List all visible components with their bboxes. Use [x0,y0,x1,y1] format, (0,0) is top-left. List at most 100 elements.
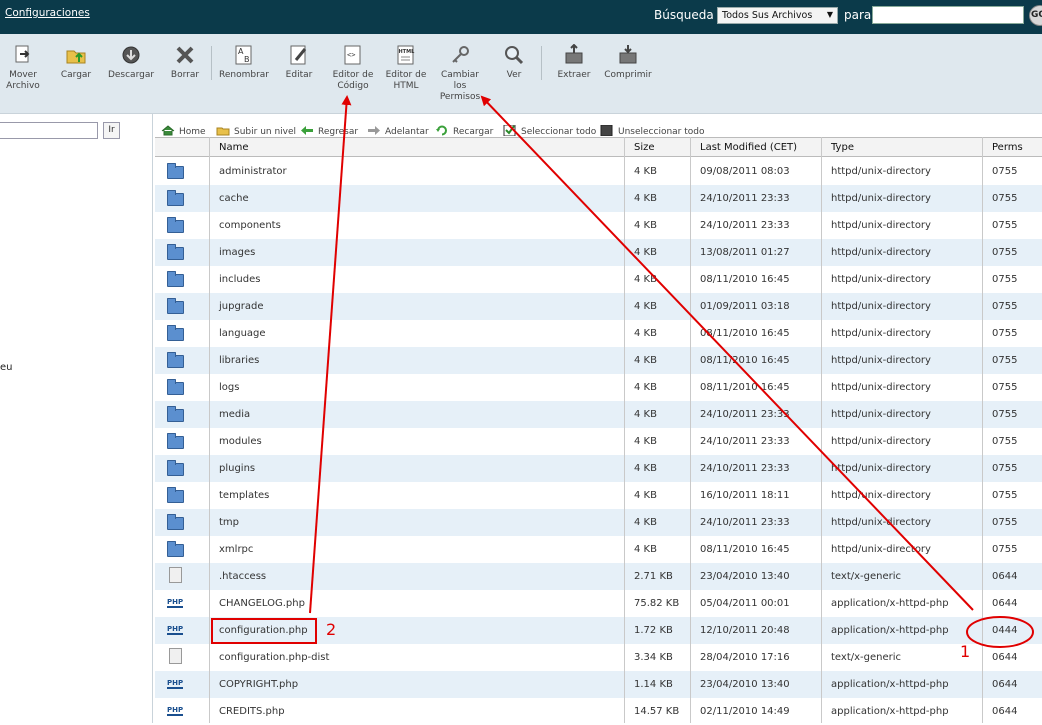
table-row[interactable]: logs 4 KB 08/11/2010 16:45 httpd/unix-direc… [155,374,1042,401]
file-name[interactable]: plugins [219,463,255,474]
code-editor-button[interactable]: <> Editor de Código [330,44,376,92]
file-perms: 0644 [992,679,1018,690]
file-name[interactable]: administrator [219,166,287,177]
download-button[interactable]: Descargar [106,44,156,81]
file-size: 4 KB [634,220,657,231]
file-modified: 24/10/2011 23:33 [700,193,790,204]
table-row[interactable]: includes 4 KB 08/11/2010 16:45 httpd/unix-d… [155,266,1042,293]
folder-icon [167,271,184,287]
file-name[interactable]: xmlrpc [219,544,253,555]
move-label-2: Archivo [6,81,40,91]
file-name[interactable]: configuration.php-dist [219,652,329,663]
table-row[interactable]: .htaccess 2.71 KB 23/04/2010 13:40 text/x-g… [155,563,1042,590]
table-row[interactable]: PHP CREDITS.php 14.57 KB 02/11/2010 14:49 ap… [155,698,1042,725]
delete-button[interactable]: Borrar [168,44,202,81]
directory-path-input[interactable] [0,122,98,139]
file-name[interactable]: libraries [219,355,259,366]
table-row[interactable]: xmlrpc 4 KB 08/11/2010 16:45 httpd/unix-dir… [155,536,1042,563]
table-row[interactable]: images 4 KB 13/08/2011 01:27 httpd/unix-dir… [155,239,1042,266]
file-name[interactable]: .htaccess [219,571,266,582]
file-name[interactable]: images [219,247,255,258]
file-name[interactable]: media [219,409,250,420]
file-name[interactable]: CHANGELOG.php [219,598,305,609]
file-perms: 0755 [992,274,1018,285]
move-file-button[interactable]: Mover Archivo [4,44,42,92]
table-row[interactable]: tmp 4 KB 24/10/2011 23:33 httpd/unix-direct… [155,509,1042,536]
change-permissions-button[interactable]: Cambiar los Permisos [438,44,482,103]
table-row[interactable]: templates 4 KB 16/10/2011 18:11 httpd/unix-… [155,482,1042,509]
file-modified: 02/11/2010 14:49 [700,706,790,717]
table-row[interactable]: media 4 KB 24/10/2011 23:33 httpd/unix-dire… [155,401,1042,428]
table-row[interactable]: plugins 4 KB 24/10/2011 23:33 httpd/unix-di… [155,455,1042,482]
file-name[interactable]: tmp [219,517,239,528]
table-row[interactable]: PHP COPYRIGHT.php 1.14 KB 23/04/2010 13:40 a… [155,671,1042,698]
file-name[interactable]: CREDITS.php [219,706,285,717]
rename-button[interactable]: AB Renombrar [218,44,270,81]
table-row[interactable]: cache 4 KB 24/10/2011 23:33 httpd/unix-dire… [155,185,1042,212]
annotation-label-1: 1 [960,642,971,661]
unselect-all-link[interactable]: Unseleccionar todo [600,125,705,137]
go-button[interactable]: GO [1029,5,1042,26]
table-row[interactable]: components 4 KB 24/10/2011 23:33 httpd/unix… [155,212,1042,239]
file-name[interactable]: components [219,220,281,231]
edit-button[interactable]: Editar [283,44,315,81]
header-modified[interactable]: Last Modified (CET) [700,142,797,153]
home-link[interactable]: Home [161,125,206,137]
search-scope-select[interactable]: Todos Sus Archivos ▼ [717,7,838,24]
file-perms: 0644 [992,571,1018,582]
table-row[interactable]: modules 4 KB 24/10/2011 23:33 httpd/unix-di… [155,428,1042,455]
reload-link[interactable]: Recargar [435,125,493,137]
header-type[interactable]: Type [831,142,854,153]
permissions-label-2: los [453,81,467,91]
tree-item-fragment[interactable]: eu [0,362,13,373]
file-name[interactable]: COPYRIGHT.php [219,679,298,690]
header-name[interactable]: Name [219,142,249,153]
forward-link[interactable]: Adelantar [367,125,429,137]
view-button[interactable]: Ver [502,44,526,81]
file-size: 4 KB [634,382,657,393]
file-modified: 12/10/2011 20:48 [700,625,790,636]
file-name[interactable]: includes [219,274,260,285]
file-type: httpd/unix-directory [831,382,931,393]
upload-button[interactable]: Cargar [58,44,94,81]
table-row[interactable]: jupgrade 4 KB 01/09/2011 03:18 httpd/unix-d… [155,293,1042,320]
header-size[interactable]: Size [634,142,655,153]
file-perms: 0755 [992,301,1018,312]
file-nav-bar: Home Subir un nivel Regresar Adelantar R… [153,114,1042,137]
file-perms: 0755 [992,166,1018,177]
file-type: application/x-httpd-php [831,679,949,690]
file-name[interactable]: configuration.php [219,625,308,636]
file-name[interactable]: jupgrade [219,301,264,312]
compress-button[interactable]: Comprimir [604,44,652,81]
svg-text:B: B [244,55,250,64]
file-type: httpd/unix-directory [831,274,931,285]
extract-button[interactable]: Extraer [556,44,592,81]
html-editor-button[interactable]: HTML Editor de HTML [384,44,428,92]
file-type: httpd/unix-directory [831,436,931,447]
code-editor-icon: <> [344,45,361,65]
file-name[interactable]: modules [219,436,262,447]
select-all-link[interactable]: Seleccionar todo [503,125,596,137]
header-perms[interactable]: Perms [992,142,1023,153]
file-name[interactable]: templates [219,490,269,501]
file-type: httpd/unix-directory [831,409,931,420]
table-row[interactable]: libraries 4 KB 08/11/2010 16:45 httpd/unix-… [155,347,1042,374]
up-one-level-link[interactable]: Subir un nivel [216,125,296,137]
table-row[interactable]: configuration.php-dist 3.34 KB 28/04/2010 … [155,644,1042,671]
search-input[interactable] [872,6,1024,24]
folder-icon [167,298,184,314]
back-link[interactable]: Regresar [300,125,358,137]
table-row[interactable]: PHP CHANGELOG.php 75.82 KB 05/04/2011 00:01… [155,590,1042,617]
upload-folder-icon [66,50,86,64]
table-row[interactable]: PHP configuration.php 1.72 KB 12/10/2011 20… [155,617,1042,644]
file-type: application/x-httpd-php [831,598,949,609]
file-name[interactable]: language [219,328,266,339]
file-size: 4 KB [634,301,657,312]
file-type: text/x-generic [831,571,902,582]
table-row[interactable]: language 4 KB 08/11/2010 16:45 httpd/unix-d… [155,320,1042,347]
file-name[interactable]: cache [219,193,249,204]
table-row[interactable]: administrator 4 KB 09/08/2011 08:03 httpd/u… [155,158,1042,185]
settings-link[interactable]: Configuraciones [5,7,90,19]
file-name[interactable]: logs [219,382,239,393]
directory-go-button[interactable]: Ir [103,122,120,139]
